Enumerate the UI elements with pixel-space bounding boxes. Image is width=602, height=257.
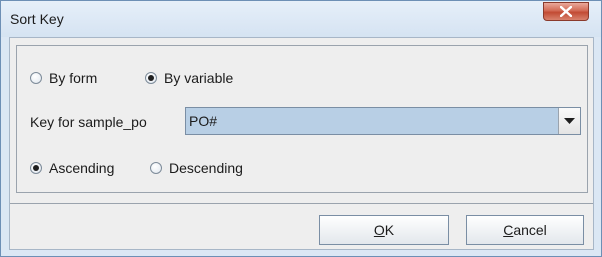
chevron-down-icon — [564, 118, 575, 124]
combobox-dropdown-button[interactable] — [558, 108, 580, 134]
options-group: By form By variable Key for sample_po PO… — [16, 45, 588, 193]
descending-label: Descending — [169, 160, 243, 176]
by-variable-label: By variable — [164, 70, 234, 86]
cancel-label-rest: ancel — [513, 222, 547, 238]
close-button[interactable] — [543, 2, 589, 21]
radio-circle — [150, 162, 162, 174]
window-title: Sort Key — [10, 11, 64, 27]
by-form-label: By form — [49, 70, 98, 86]
radio-circle-selected — [145, 72, 157, 84]
cancel-button[interactable]: Cancel — [466, 215, 584, 245]
cancel-mnemonic: C — [503, 222, 514, 238]
close-icon — [560, 6, 572, 17]
key-combobox[interactable]: PO# — [185, 107, 581, 135]
ascending-radio[interactable]: Ascending — [30, 160, 114, 176]
radio-circle — [30, 72, 42, 84]
ascending-label: Ascending — [49, 160, 115, 176]
separator — [10, 203, 593, 204]
key-combobox-value: PO# — [189, 113, 218, 129]
ok-button[interactable]: OK — [319, 215, 449, 245]
dialog-content: By form By variable Key for sample_po PO… — [9, 37, 594, 250]
by-variable-radio[interactable]: By variable — [145, 70, 233, 86]
sort-key-dialog: Sort Key By form By variable Key for sam… — [0, 0, 602, 257]
by-form-radio[interactable]: By form — [30, 70, 97, 86]
ok-label-rest: K — [384, 222, 395, 238]
descending-radio[interactable]: Descending — [150, 160, 243, 176]
title-bar[interactable]: Sort Key — [1, 1, 601, 37]
key-label: Key for sample_po — [30, 114, 147, 130]
radio-circle-selected — [30, 162, 42, 174]
ok-mnemonic: O — [373, 222, 385, 238]
